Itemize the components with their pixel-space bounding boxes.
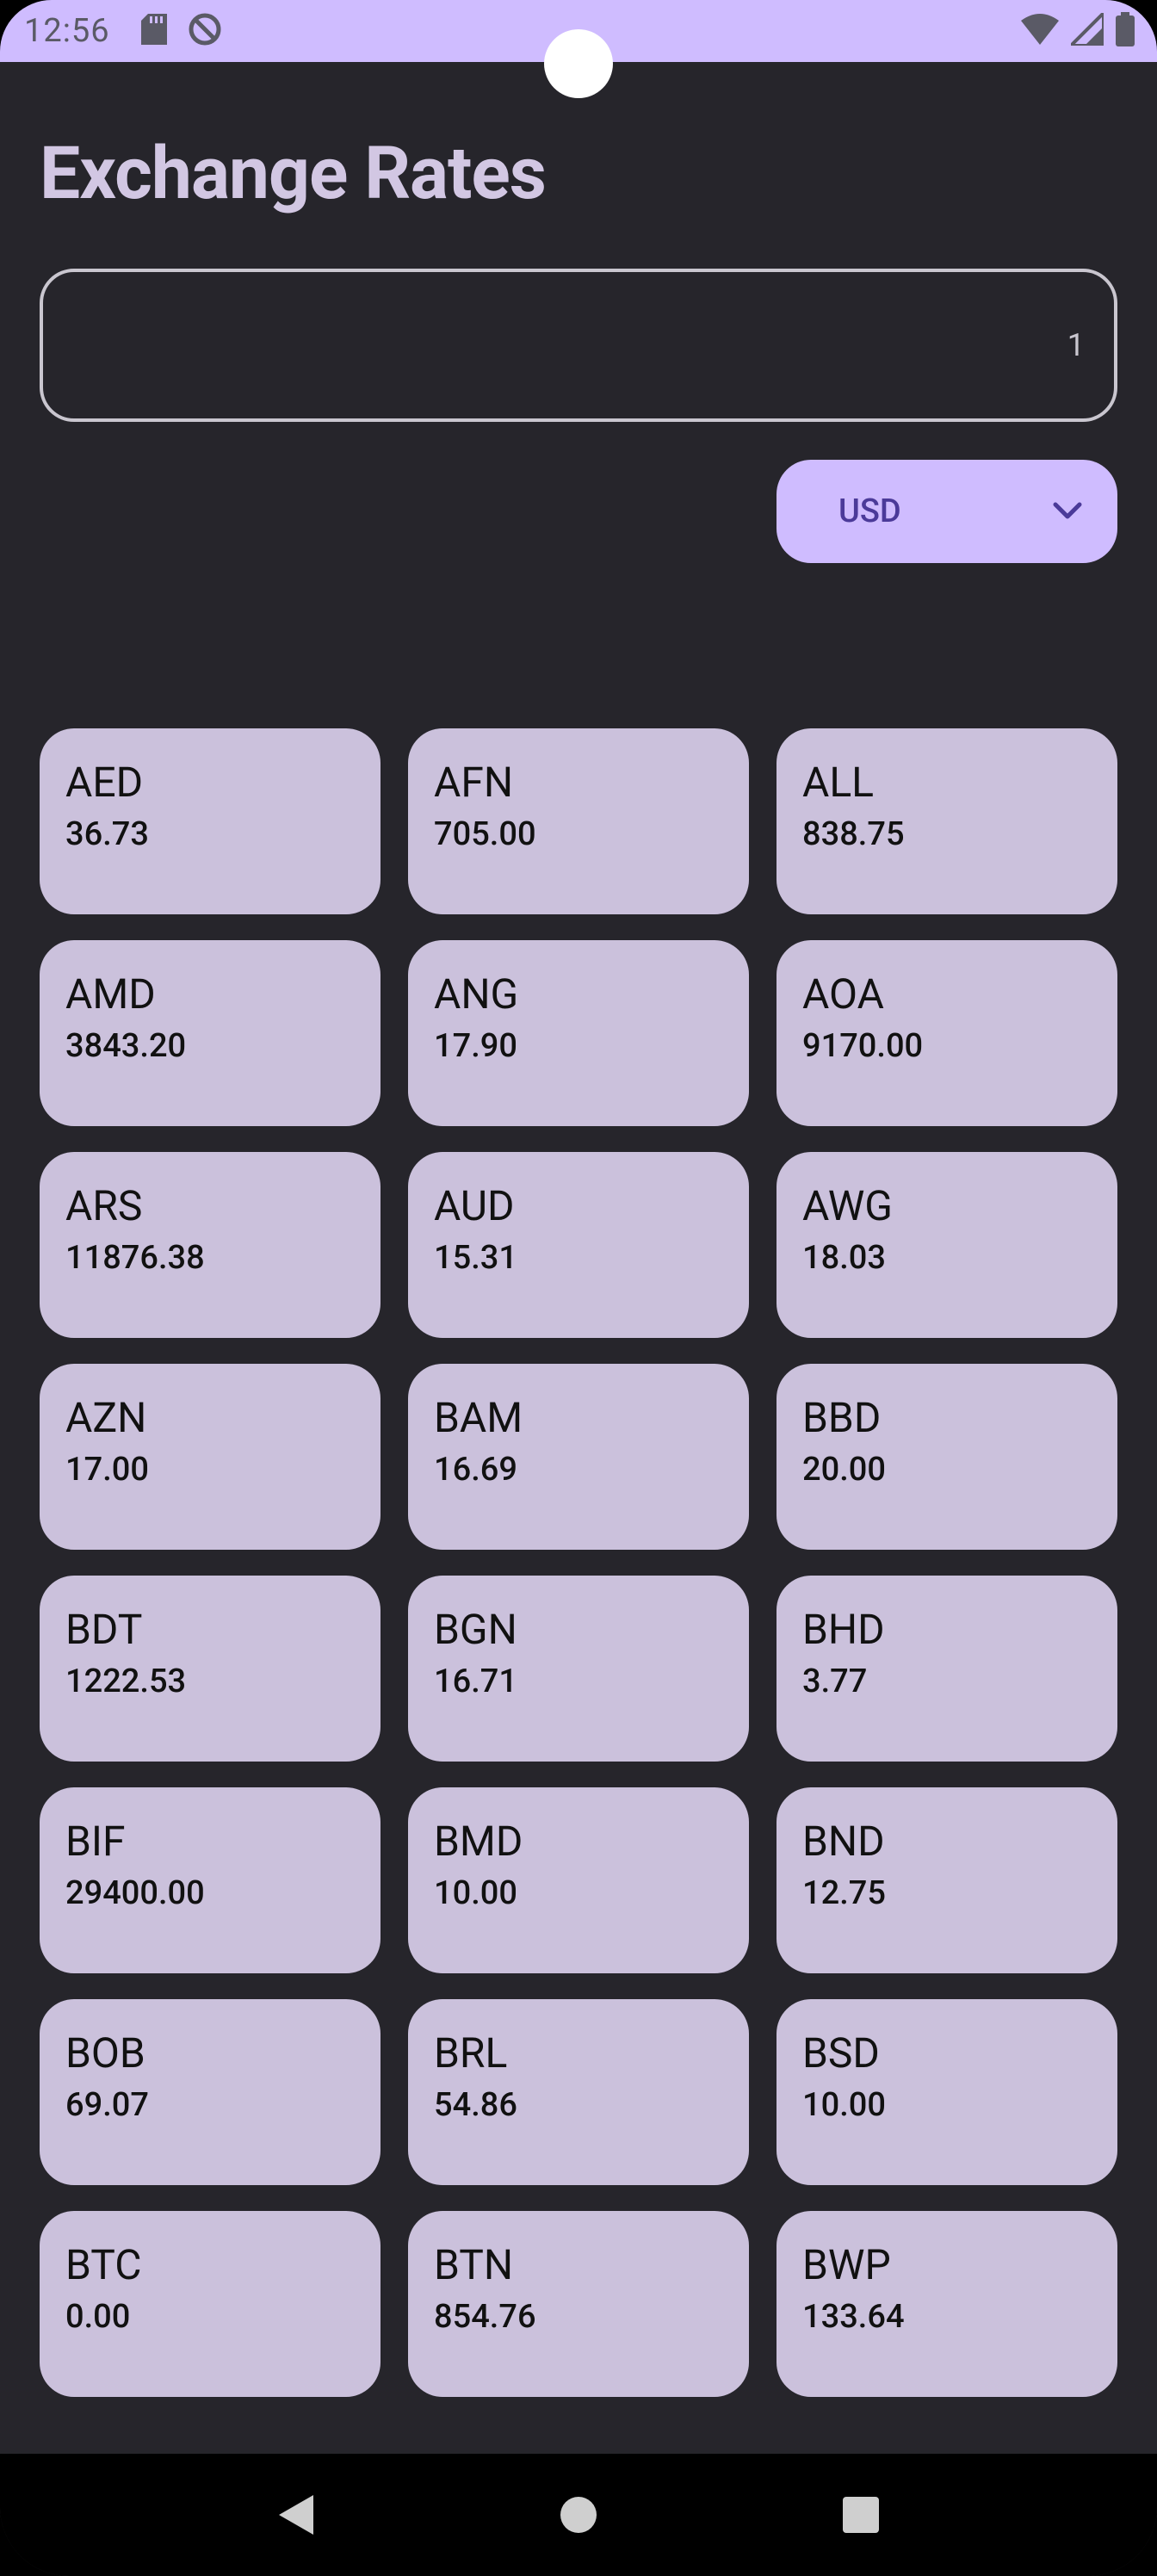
rate-card[interactable]: BDT 1222.53 bbox=[40, 1576, 381, 1762]
rate-card[interactable]: BAM 16.69 bbox=[408, 1364, 749, 1550]
chevron-down-icon bbox=[1052, 501, 1083, 522]
currency-rate: 10.00 bbox=[802, 2086, 886, 2124]
rate-card[interactable]: BIF 29400.00 bbox=[40, 1787, 381, 1973]
currency-code: BND bbox=[802, 1817, 885, 1866]
currency-rate: 9170.00 bbox=[802, 1027, 924, 1065]
rate-card[interactable]: AMD 3843.20 bbox=[40, 940, 381, 1126]
rate-card[interactable]: BND 12.75 bbox=[776, 1787, 1117, 1973]
currency-code: BAM bbox=[434, 1393, 523, 1442]
rate-card[interactable]: BGN 16.71 bbox=[408, 1576, 749, 1762]
currency-dropdown-label: USD bbox=[838, 492, 901, 530]
currency-code: BWP bbox=[802, 2240, 891, 2289]
currency-code: AZN bbox=[65, 1393, 147, 1442]
recents-icon[interactable] bbox=[826, 2480, 895, 2549]
amount-input[interactable]: 1 bbox=[40, 269, 1117, 422]
battery-icon bbox=[1116, 12, 1135, 50]
currency-code: AOA bbox=[802, 969, 884, 1019]
rate-card[interactable]: BSD 10.00 bbox=[776, 1999, 1117, 2185]
currency-rate: 1222.53 bbox=[65, 1663, 187, 1700]
currency-rate: 705.00 bbox=[434, 815, 536, 853]
currency-rate: 17.00 bbox=[65, 1451, 149, 1489]
page-title: Exchange Rates bbox=[40, 131, 547, 216]
currency-rate: 54.86 bbox=[434, 2086, 517, 2124]
amount-input-value: 1 bbox=[1067, 327, 1085, 363]
currency-code: BMD bbox=[434, 1817, 523, 1866]
sd-card-icon bbox=[140, 14, 167, 48]
currency-code: BIF bbox=[65, 1817, 126, 1866]
home-icon[interactable] bbox=[544, 2480, 613, 2549]
currency-rate: 838.75 bbox=[802, 815, 905, 853]
currency-code: AED bbox=[65, 758, 144, 807]
currency-code: BGN bbox=[434, 1605, 517, 1654]
rate-card[interactable]: BTN 854.76 bbox=[408, 2211, 749, 2397]
rate-card[interactable]: AOA 9170.00 bbox=[776, 940, 1117, 1126]
currency-code: ANG bbox=[434, 969, 519, 1019]
currency-rate: 11876.38 bbox=[65, 1239, 205, 1277]
currency-rate: 17.90 bbox=[434, 1027, 517, 1065]
cell-signal-icon bbox=[1067, 9, 1105, 49]
rate-card[interactable]: BMD 10.00 bbox=[408, 1787, 749, 1973]
currency-rate: 10.00 bbox=[434, 1874, 517, 1912]
currency-rate: 0.00 bbox=[65, 2298, 131, 2336]
currency-code: BRL bbox=[434, 2028, 508, 2078]
currency-code: ALL bbox=[802, 758, 875, 807]
rate-card[interactable]: AWG 18.03 bbox=[776, 1152, 1117, 1338]
currency-code: BBD bbox=[802, 1393, 882, 1442]
data-saver-icon bbox=[188, 12, 222, 50]
rate-card[interactable]: AED 36.73 bbox=[40, 728, 381, 914]
currency-code: BTN bbox=[434, 2240, 514, 2289]
currency-code: AFN bbox=[434, 758, 514, 807]
rate-card[interactable]: AFN 705.00 bbox=[408, 728, 749, 914]
currency-rate: 20.00 bbox=[802, 1451, 886, 1489]
rate-card[interactable]: BBD 20.00 bbox=[776, 1364, 1117, 1550]
currency-code: AUD bbox=[434, 1181, 515, 1230]
rate-card[interactable]: AZN 17.00 bbox=[40, 1364, 381, 1550]
rate-card[interactable]: ALL 838.75 bbox=[776, 728, 1117, 914]
rate-card[interactable]: BTC 0.00 bbox=[40, 2211, 381, 2397]
system-nav-bar bbox=[0, 2454, 1157, 2576]
currency-code: BOB bbox=[65, 2028, 145, 2078]
currency-code: BTC bbox=[65, 2240, 142, 2289]
rate-card[interactable]: AUD 15.31 bbox=[408, 1152, 749, 1338]
rate-card[interactable]: BOB 69.07 bbox=[40, 1999, 381, 2185]
currency-code: BHD bbox=[802, 1605, 885, 1654]
status-time: 12:56 bbox=[24, 12, 110, 50]
currency-code: BSD bbox=[802, 2028, 880, 2078]
currency-rate: 29400.00 bbox=[65, 1874, 205, 1912]
wifi-icon bbox=[1021, 14, 1059, 48]
rate-card[interactable]: ANG 17.90 bbox=[408, 940, 749, 1126]
currency-rate: 3843.20 bbox=[65, 1027, 187, 1065]
currency-rate: 18.03 bbox=[802, 1239, 886, 1277]
currency-code: ARS bbox=[65, 1181, 143, 1230]
rate-card[interactable]: ARS 11876.38 bbox=[40, 1152, 381, 1338]
currency-rate: 854.76 bbox=[434, 2298, 536, 2336]
currency-rate: 69.07 bbox=[65, 2086, 149, 2124]
rates-grid: AED 36.73 AFN 705.00 ALL 838.75 AMD 3843.20 … bbox=[40, 728, 1117, 2397]
back-icon[interactable] bbox=[262, 2480, 331, 2549]
currency-code: AMD bbox=[65, 969, 156, 1019]
status-right-icons bbox=[1021, 9, 1135, 50]
rate-card[interactable]: BWP 133.64 bbox=[776, 2211, 1117, 2397]
camera-cutout bbox=[544, 29, 613, 98]
currency-rate: 15.31 bbox=[434, 1239, 517, 1277]
currency-rate: 16.71 bbox=[434, 1663, 517, 1700]
currency-code: AWG bbox=[802, 1181, 893, 1230]
currency-rate: 36.73 bbox=[65, 815, 149, 853]
app-screen: 12:56 Exchange Rates 1 USD AED 36.73 AFN… bbox=[0, 0, 1157, 2576]
currency-rate: 16.69 bbox=[434, 1451, 517, 1489]
currency-rate: 3.77 bbox=[802, 1663, 868, 1700]
currency-rate: 133.64 bbox=[802, 2298, 905, 2336]
currency-rate: 12.75 bbox=[802, 1874, 886, 1912]
currency-dropdown[interactable]: USD bbox=[776, 460, 1117, 563]
rate-card[interactable]: BRL 54.86 bbox=[408, 1999, 749, 2185]
rate-card[interactable]: BHD 3.77 bbox=[776, 1576, 1117, 1762]
currency-code: BDT bbox=[65, 1605, 143, 1654]
status-left-icons bbox=[140, 12, 222, 50]
